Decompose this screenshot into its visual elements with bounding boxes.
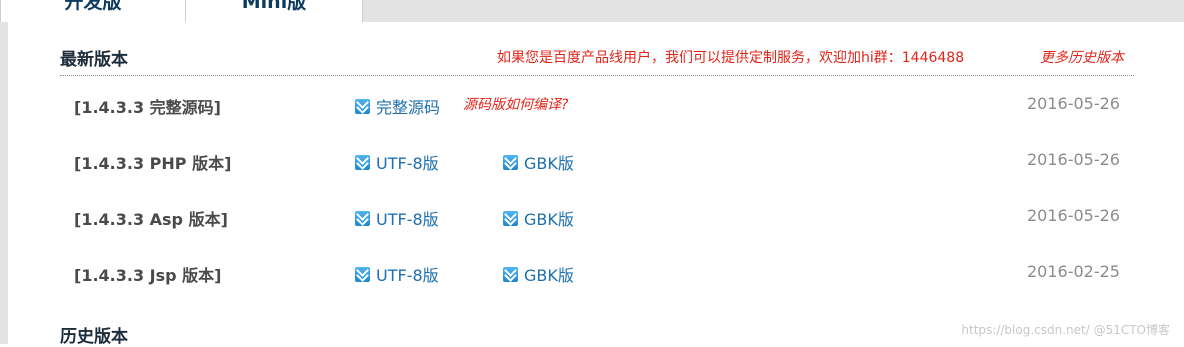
release-date: 2016-05-26 xyxy=(1027,206,1120,225)
download-utf8-link[interactable]: UTF-8版 xyxy=(355,206,439,230)
version-name: [1.4.3.3 Jsp 版本] xyxy=(74,266,222,285)
download-icon xyxy=(355,154,370,170)
release-date: 2016-02-25 xyxy=(1027,262,1120,281)
tab-dev[interactable]: 开发版 xyxy=(0,0,186,22)
tab-mini-label: Mini版 xyxy=(241,0,307,13)
download-link-label: UTF-8版 xyxy=(376,266,439,285)
history-title: 历史版本 xyxy=(60,327,128,347)
download-icon xyxy=(355,210,370,226)
download-link-label: GBK版 xyxy=(524,154,574,173)
section-divider xyxy=(60,75,1134,76)
more-history-link[interactable]: 更多历史版本 xyxy=(1040,47,1124,67)
download-utf8-link[interactable]: UTF-8版 xyxy=(355,150,439,174)
download-link-label: GBK版 xyxy=(524,210,574,229)
download-icon xyxy=(355,266,370,282)
table-row: [1.4.3.3 Asp 版本] UTF-8版 GBK版 2016-05-26 xyxy=(0,206,1184,236)
download-link-label: UTF-8版 xyxy=(376,154,439,173)
download-gbk-link[interactable]: GBK版 xyxy=(503,262,574,286)
download-link-label: GBK版 xyxy=(524,266,574,285)
tab-mini[interactable]: Mini版 xyxy=(185,0,363,22)
version-name: [1.4.3.3 PHP 版本] xyxy=(74,154,232,173)
table-row: [1.4.3.3 Jsp 版本] UTF-8版 GBK版 2016-02-25 xyxy=(0,262,1184,292)
latest-title: 最新版本 xyxy=(60,50,128,70)
watermark: https://blog.csdn.net/ @51CTO博客 xyxy=(961,323,1170,337)
compile-help-link[interactable]: 源码版如何编译? xyxy=(463,94,568,114)
version-name: [1.4.3.3 完整源码] xyxy=(74,98,221,117)
download-link-label: UTF-8版 xyxy=(376,210,439,229)
download-icon xyxy=(355,98,370,114)
download-icon xyxy=(503,210,518,226)
promo-text: 如果您是百度产品线用户，我们可以提供定制服务，欢迎加hi群：1446488 xyxy=(497,50,965,66)
download-icon xyxy=(503,266,518,282)
release-date: 2016-05-26 xyxy=(1027,94,1120,113)
release-date: 2016-05-26 xyxy=(1027,150,1120,169)
content-panel xyxy=(8,22,1184,344)
version-name: [1.4.3.3 Asp 版本] xyxy=(74,210,228,229)
table-row: [1.4.3.3 完整源码] 完整源码 源码版如何编译? 2016-05-26 xyxy=(0,94,1184,124)
download-gbk-link[interactable]: GBK版 xyxy=(503,150,574,174)
table-row: [1.4.3.3 PHP 版本] UTF-8版 GBK版 2016-05-26 xyxy=(0,150,1184,180)
download-full-source-link[interactable]: 完整源码 xyxy=(355,94,440,118)
download-gbk-link[interactable]: GBK版 xyxy=(503,206,574,230)
download-utf8-link[interactable]: UTF-8版 xyxy=(355,262,439,286)
tab-dev-label: 开发版 xyxy=(64,0,122,13)
download-icon xyxy=(503,154,518,170)
download-link-label: 完整源码 xyxy=(376,98,441,117)
